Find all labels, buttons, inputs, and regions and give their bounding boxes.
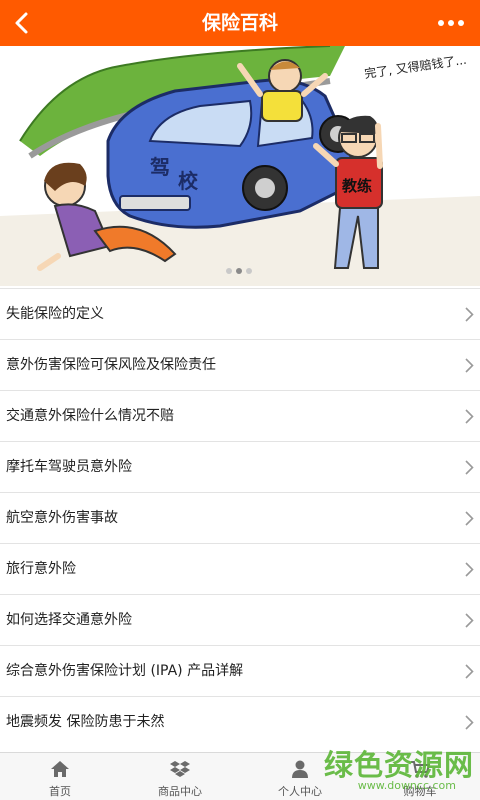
more-button[interactable] (428, 3, 476, 43)
tab-label: 首页 (49, 785, 71, 798)
tab-products[interactable]: 商品中心 (120, 753, 240, 800)
carousel-dot (226, 268, 232, 274)
chevron-right-icon (465, 562, 474, 577)
chevron-right-icon (465, 358, 474, 373)
tab-label: 个人中心 (278, 785, 322, 798)
list-item-title: 失能保险的定义 (6, 306, 104, 322)
home-icon (51, 761, 69, 777)
shirt-text: 教练 (341, 177, 372, 195)
list-item-title: 摩托车驾驶员意外险 (6, 459, 132, 475)
chevron-right-icon (465, 613, 474, 628)
list-item-title: 意外伤害保险可保风险及保险责任 (6, 357, 216, 373)
list-item[interactable]: 失能保险的定义 (0, 288, 480, 339)
list-item-title: 综合意外伤害保险计划 (IPA) 产品详解 (6, 663, 244, 679)
car-text-1: 驾 (150, 155, 170, 179)
list-item[interactable]: 综合意外伤害保险计划 (IPA) 产品详解 (0, 645, 480, 696)
chevron-right-icon (465, 715, 474, 730)
chevron-right-icon (465, 664, 474, 679)
bottom-tab-bar: 首页 商品中心 个人中心 购物车 (0, 752, 480, 800)
chevron-right-icon (465, 409, 474, 424)
article-list: 失能保险的定义 意外伤害保险可保风险及保险责任 交通意外保险什么情况不赔 摩托车… (0, 288, 480, 747)
chevron-right-icon (465, 511, 474, 526)
back-button[interactable] (4, 3, 44, 43)
tab-home[interactable]: 首页 (0, 753, 120, 800)
speech-text: 完了, 又得赔钱了... (363, 52, 467, 81)
list-item-title: 旅行意外险 (6, 561, 76, 577)
chevron-left-icon (15, 12, 28, 34)
carousel-dot (246, 268, 252, 274)
list-item-title: 地震频发 保险防患于未然 (6, 714, 165, 730)
tab-cart[interactable]: 购物车 (360, 753, 480, 800)
list-item-title: 交通意外保险什么情况不赔 (6, 408, 174, 424)
list-item[interactable]: 摩托车驾驶员意外险 (0, 441, 480, 492)
list-item[interactable]: 旅行意外险 (0, 543, 480, 594)
more-dots-icon (438, 20, 464, 26)
banner-illustration: 驾 校 教练 完了, 又得赔钱了... (0, 46, 480, 286)
list-item-title: 如何选择交通意外险 (6, 612, 132, 628)
banner-carousel[interactable]: 驾 校 教练 完了, 又得赔钱了... (0, 46, 480, 286)
car-text-2: 校 (178, 169, 199, 193)
cart-icon (411, 761, 430, 778)
tab-label: 商品中心 (158, 785, 202, 798)
chevron-right-icon (465, 460, 474, 475)
tab-profile[interactable]: 个人中心 (240, 753, 360, 800)
list-item[interactable]: 交通意外保险什么情况不赔 (0, 390, 480, 441)
list-item[interactable]: 地震频发 保险防患于未然 (0, 696, 480, 747)
chevron-right-icon (465, 307, 474, 322)
top-bar: 保险百科 (0, 0, 480, 46)
list-item[interactable]: 航空意外伤害事故 (0, 492, 480, 543)
page-title: 保险百科 (201, 12, 278, 34)
dropbox-icon (170, 761, 190, 777)
list-item[interactable]: 意外伤害保险可保风险及保险责任 (0, 339, 480, 390)
carousel-dot-active (236, 268, 242, 274)
user-icon (292, 760, 308, 778)
tab-label: 购物车 (403, 785, 437, 798)
list-item-title: 航空意外伤害事故 (6, 510, 118, 526)
list-item[interactable]: 如何选择交通意外险 (0, 594, 480, 645)
